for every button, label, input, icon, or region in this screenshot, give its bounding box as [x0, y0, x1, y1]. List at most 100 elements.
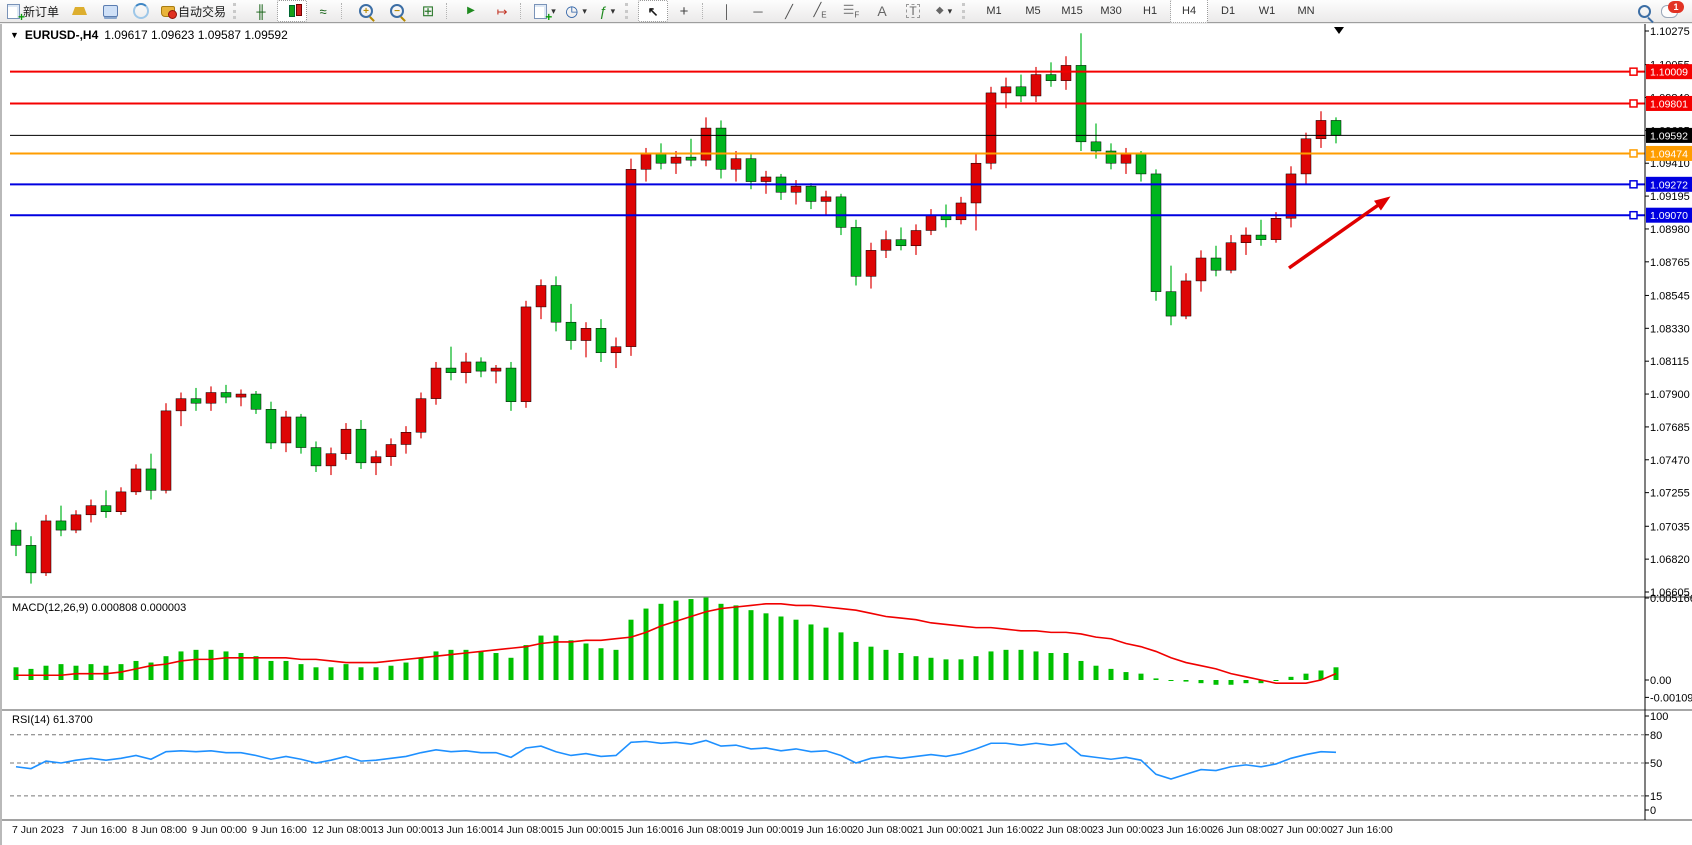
svg-text:20 Jun 08:00: 20 Jun 08:00: [852, 824, 913, 836]
bar-chart-button[interactable]: ╫: [246, 0, 276, 22]
svg-text:1.06820: 1.06820: [1650, 554, 1690, 566]
svg-text:1.09592: 1.09592: [1650, 130, 1688, 142]
svg-text:1.07900: 1.07900: [1650, 389, 1690, 401]
timeframe-d1-button[interactable]: D1: [1209, 0, 1247, 23]
svg-text:0.00: 0.00: [1650, 675, 1671, 687]
svg-text:26 Jun 08:00: 26 Jun 08:00: [1212, 824, 1273, 836]
periods-button[interactable]: ◷ ▾: [561, 0, 591, 22]
auto-scroll-button[interactable]: ↦: [487, 0, 517, 22]
line-chart-icon: ≈: [319, 5, 326, 18]
candles-layer[interactable]: [11, 33, 1341, 583]
auto-scroll-icon: ↦: [497, 5, 508, 18]
arrows-tool-button[interactable]: ◆ ▾: [929, 0, 959, 22]
macd-pane[interactable]: 0.0051660.00-0.001095: [14, 593, 1692, 704]
cursor-tool-button[interactable]: ↖: [638, 0, 668, 22]
svg-text:13 Jun 00:00: 13 Jun 00:00: [372, 824, 433, 836]
svg-text:19 Jun 16:00: 19 Jun 16:00: [792, 824, 853, 836]
auto-trading-button[interactable]: 自动交易: [157, 0, 230, 22]
svg-text:12 Jun 08:00: 12 Jun 08:00: [312, 824, 373, 836]
timeframe-m5-button[interactable]: M5: [1014, 0, 1052, 23]
horizontal-line-tool-button[interactable]: ─: [743, 0, 773, 22]
template-icon: +: [534, 4, 547, 19]
toolbar-separator: [625, 3, 633, 19]
new-order-button[interactable]: + 新订单: [3, 0, 63, 22]
auto-trading-label: 自动交易: [178, 3, 226, 20]
label-tool-button[interactable]: T: [898, 0, 928, 22]
line-chart-button[interactable]: ≈: [308, 0, 338, 22]
terminal-button[interactable]: [95, 0, 125, 22]
svg-text:23 Jun 00:00: 23 Jun 00:00: [1092, 824, 1153, 836]
cursor-icon: ↖: [648, 5, 659, 18]
metatrader-window: { "toolbar": { "new_order_label": "新订单",…: [0, 0, 1692, 845]
timeframe-m15-button[interactable]: M15: [1053, 0, 1091, 23]
zoom-out-button[interactable]: −: [382, 0, 412, 22]
price-axis[interactable]: 1.102751.100551.098401.096251.094101.091…: [1645, 26, 1692, 599]
svg-text:15 Jun 00:00: 15 Jun 00:00: [552, 824, 613, 836]
svg-text:1.09801: 1.09801: [1650, 98, 1688, 110]
timeframe-h4-button[interactable]: H4: [1170, 0, 1208, 23]
zoom-in-button[interactable]: +: [351, 0, 381, 22]
timeframe-mn-button[interactable]: MN: [1287, 0, 1325, 23]
zoom-in-icon: +: [359, 4, 373, 18]
rsi-pane[interactable]: 1008050150: [10, 711, 1668, 817]
svg-text:9 Jun 16:00: 9 Jun 16:00: [252, 824, 307, 836]
svg-text:1.08330: 1.08330: [1650, 323, 1690, 335]
price-level-lines[interactable]: [10, 68, 1645, 219]
templates-button[interactable]: + ▾: [530, 0, 560, 22]
chevron-down-icon: ▾: [948, 6, 953, 17]
chart-shift-button[interactable]: ▶: [456, 0, 486, 22]
svg-text:15 Jun 16:00: 15 Jun 16:00: [612, 824, 673, 836]
timeframe-m1-button[interactable]: M1: [975, 0, 1013, 23]
panel-frame: [2, 24, 1692, 820]
chart-title: ▼ EURUSD-,H4 1.09617 1.09623 1.09587 1.0…: [10, 28, 288, 42]
search-icon[interactable]: [1638, 5, 1651, 18]
signals-button[interactable]: [126, 0, 156, 22]
svg-text:1.09272: 1.09272: [1650, 179, 1688, 191]
symbol-dropdown-icon[interactable]: ▼: [10, 30, 19, 40]
vertical-line-tool-button[interactable]: │: [712, 0, 742, 22]
chart-canvas[interactable]: 1.102751.100551.098401.096251.094101.091…: [2, 24, 1692, 845]
arrow-annotation[interactable]: [1289, 196, 1391, 268]
channel-tool-button[interactable]: ╱E: [805, 0, 835, 22]
svg-text:8 Jun 08:00: 8 Jun 08:00: [132, 824, 187, 836]
indicators-button[interactable]: ƒ ▾: [592, 0, 622, 22]
notifications-button[interactable]: 1: [1661, 5, 1678, 18]
new-order-icon: +: [7, 4, 20, 19]
svg-text:13 Jun 16:00: 13 Jun 16:00: [432, 824, 493, 836]
svg-text:1.10275: 1.10275: [1650, 26, 1690, 38]
fibonacci-tool-button[interactable]: ☰F: [836, 0, 866, 22]
svg-text:80: 80: [1650, 730, 1662, 742]
tile-windows-button[interactable]: ⊞: [413, 0, 443, 22]
svg-text:21 Jun 16:00: 21 Jun 16:00: [972, 824, 1033, 836]
timeframe-h1-button[interactable]: H1: [1131, 0, 1169, 23]
gold-ingot-icon: [72, 7, 87, 15]
crosshair-tool-button[interactable]: +: [669, 0, 699, 22]
chart-shift-icon: ▶: [467, 6, 475, 16]
svg-text:1.08765: 1.08765: [1650, 257, 1690, 269]
text-tool-button[interactable]: A: [867, 0, 897, 22]
svg-text:15: 15: [1650, 791, 1662, 803]
rsi-indicator-label: RSI(14) 61.3700: [12, 714, 93, 726]
svg-text:1.07685: 1.07685: [1650, 422, 1690, 434]
svg-text:1.07035: 1.07035: [1650, 521, 1690, 533]
candlestick-chart-button[interactable]: [277, 0, 307, 22]
signal-icon: [133, 3, 149, 19]
svg-text:9 Jun 00:00: 9 Jun 00:00: [192, 824, 247, 836]
svg-text:27 Jun 00:00: 27 Jun 00:00: [1272, 824, 1333, 836]
svg-text:1.08115: 1.08115: [1650, 356, 1689, 368]
svg-text:14 Jun 08:00: 14 Jun 08:00: [492, 824, 553, 836]
svg-text:100: 100: [1650, 711, 1668, 723]
timeframe-w1-button[interactable]: W1: [1248, 0, 1286, 23]
timeframe-m30-button[interactable]: M30: [1092, 0, 1130, 23]
svg-text:1.09474: 1.09474: [1650, 148, 1688, 160]
svg-text:1.07255: 1.07255: [1650, 488, 1690, 500]
toolbar-separator: [233, 3, 241, 19]
arrows-tool-icon: ◆: [936, 6, 944, 16]
notification-badge: 1: [1668, 1, 1684, 13]
deposit-button[interactable]: [64, 0, 94, 22]
svg-text:22 Jun 08:00: 22 Jun 08:00: [1032, 824, 1093, 836]
chart-ohlc-values: 1.09617 1.09623 1.09587 1.09592: [104, 28, 288, 42]
tile-windows-icon: ⊞: [422, 4, 435, 19]
time-axis[interactable]: 7 Jun 20237 Jun 16:008 Jun 08:009 Jun 00…: [12, 824, 1393, 836]
trendline-tool-button[interactable]: ╱: [774, 0, 804, 22]
